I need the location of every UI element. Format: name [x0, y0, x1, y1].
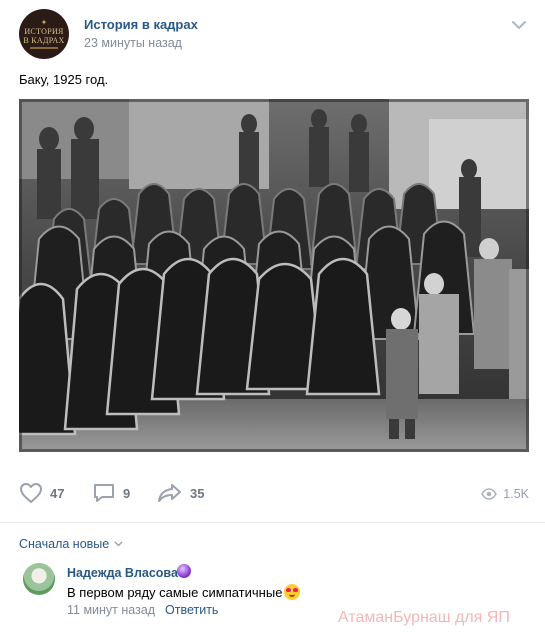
- avatar-logo-rule: [30, 47, 58, 49]
- post-timestamp[interactable]: 23 минуты назад: [84, 36, 182, 50]
- post-photo[interactable]: [19, 99, 529, 452]
- reply-button[interactable]: Ответить: [165, 603, 218, 617]
- comment-timestamp[interactable]: 11 минут назад: [67, 603, 155, 617]
- post-actions: 47 9 35 1.5K: [0, 482, 545, 512]
- views-count: 1.5K: [503, 487, 529, 501]
- like-button[interactable]: 47: [19, 482, 64, 504]
- comment-count: 9: [123, 485, 131, 501]
- like-count: 47: [50, 485, 65, 501]
- sort-label: Сначала новые: [19, 537, 110, 551]
- star-icon: ✦: [40, 18, 48, 27]
- comment-author-link[interactable]: Надежда Власова: [67, 566, 178, 580]
- watermark: АтаманБурнаш для ЯП: [338, 609, 510, 626]
- share-arrow-icon: [158, 484, 181, 502]
- group-avatar[interactable]: ✦ ИСТОРИЯ В КАДРАХ: [19, 9, 69, 59]
- speech-bubble-icon: [94, 484, 114, 502]
- heart-eyes-emoji-icon: [284, 584, 301, 600]
- group-name-link[interactable]: История в кадрах: [84, 17, 198, 32]
- avatar-logo-line2: В КАДРАХ: [23, 36, 65, 45]
- comments-sort-dropdown[interactable]: Сначала новые: [19, 537, 123, 551]
- share-count: 35: [190, 485, 205, 501]
- chevron-down-icon[interactable]: [510, 18, 528, 32]
- heart-icon: [20, 483, 42, 503]
- share-button[interactable]: 35: [157, 482, 204, 504]
- commenter-avatar[interactable]: [23, 563, 55, 595]
- divider: [0, 522, 545, 523]
- chevron-down-icon: [114, 541, 123, 547]
- post-header: ✦ ИСТОРИЯ В КАДРАХ История в кадрах 23 м…: [0, 0, 545, 64]
- eye-icon: [481, 488, 498, 500]
- avatar-logo-line1: ИСТОРИЯ: [24, 27, 64, 36]
- comment-text: В первом ряду самые симпатичные: [67, 584, 301, 600]
- post-text: Баку, 1925 год.: [19, 72, 109, 87]
- crystal-ball-badge-icon: [177, 564, 191, 578]
- views-counter: 1.5K: [481, 487, 529, 501]
- comment-button[interactable]: 9: [92, 482, 130, 504]
- comment-text-body: В первом ряду самые симпатичные: [67, 584, 283, 600]
